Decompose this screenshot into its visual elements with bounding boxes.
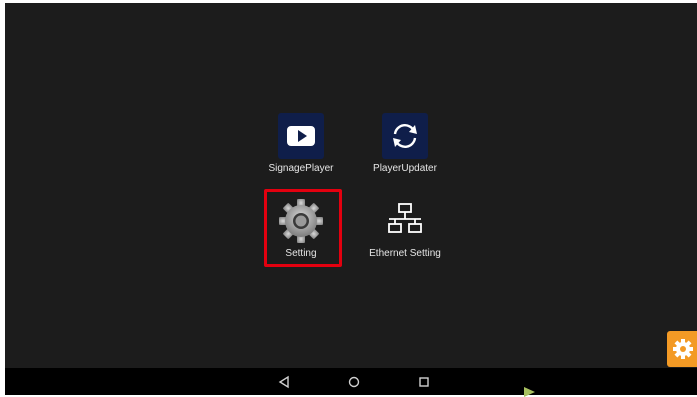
play-icon [278, 113, 324, 159]
navigation-bar [5, 368, 697, 395]
app-ethernet-setting[interactable]: Ethernet Setting [357, 198, 453, 259]
cursor-arrow-icon [524, 387, 535, 397]
app-label: SignagePlayer [268, 163, 334, 174]
floating-settings-button[interactable] [667, 331, 697, 367]
back-triangle-icon[interactable] [276, 374, 292, 390]
recents-square-icon[interactable] [416, 374, 432, 390]
gear-icon [673, 339, 693, 359]
highlight-box [264, 189, 342, 267]
app-player-updater[interactable]: PlayerUpdater [357, 113, 453, 174]
sync-icon [382, 113, 428, 159]
network-icon [388, 203, 422, 233]
app-signage-player[interactable]: SignagePlayer [253, 113, 349, 174]
app-label: Ethernet Setting [369, 248, 441, 259]
launcher-screen [5, 3, 697, 368]
home-circle-icon[interactable] [346, 374, 362, 390]
app-label: PlayerUpdater [373, 163, 437, 174]
